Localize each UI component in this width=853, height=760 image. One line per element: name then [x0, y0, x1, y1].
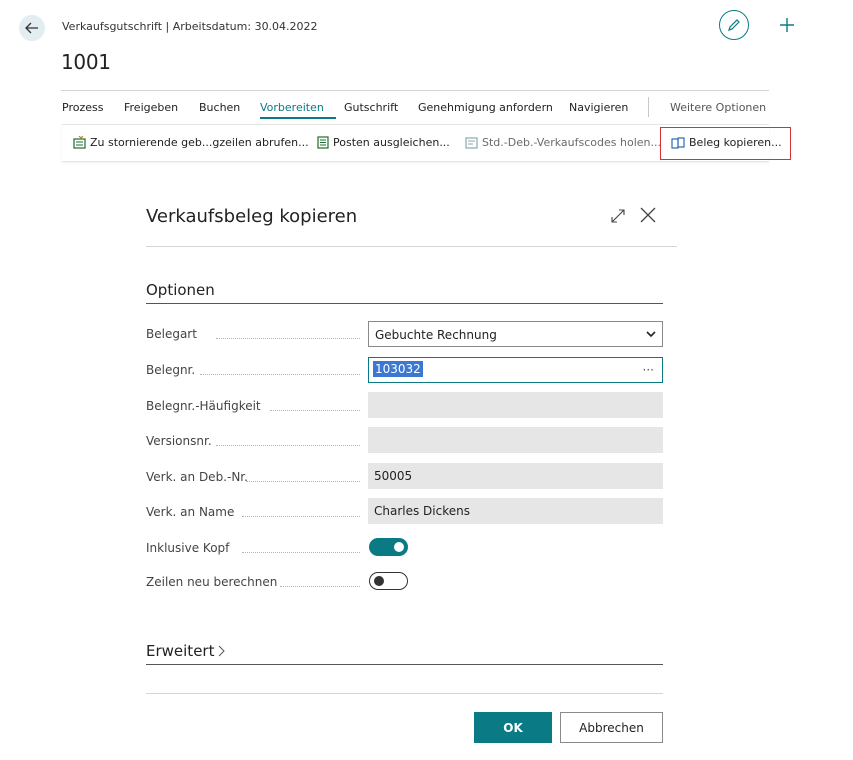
ok-button[interactable]: OK: [474, 712, 552, 743]
action-label: Std.-Deb.-Verkaufscodes holen...: [482, 136, 661, 149]
document-occurrence-field: [368, 392, 663, 418]
page-title: 1001: [61, 50, 111, 74]
active-tab-indicator: [260, 117, 336, 119]
arrow-left-icon: [25, 22, 38, 34]
menu-item-weitere-optionen[interactable]: Weitere Optionen: [670, 101, 766, 114]
toggle-knob: [374, 575, 384, 586]
label-leader: [242, 552, 360, 553]
close-icon: [640, 207, 656, 223]
section-advanced[interactable]: Erweitert: [146, 642, 226, 660]
field-label: Belegart: [146, 327, 197, 341]
label-leader: [280, 586, 360, 587]
sales-codes-action[interactable]: Std.-Deb.-Verkaufscodes holen...: [465, 136, 661, 149]
menu-item-freigeben[interactable]: Freigeben: [124, 101, 178, 114]
field-label: Zeilen neu berechnen: [146, 575, 278, 589]
close-button[interactable]: [639, 206, 657, 224]
cancel-button[interactable]: Abbrechen: [560, 712, 663, 743]
menu-item-vorbereiten[interactable]: Vorbereiten: [260, 101, 324, 114]
dialog-title: Verkaufsbeleg kopieren: [146, 206, 358, 227]
label-leader: [200, 374, 360, 375]
divider: [61, 90, 769, 91]
chevron-down-icon: [646, 331, 656, 338]
label-leader: [216, 338, 360, 339]
action-label: Zu stornierende geb...gzeilen abrufen...: [90, 136, 309, 149]
menu-item-prozess[interactable]: Prozess: [62, 101, 103, 114]
menu-item-gutschrift[interactable]: Gutschrift: [344, 101, 398, 114]
back-button[interactable]: [19, 15, 45, 41]
plus-icon: [780, 18, 794, 32]
label-leader: [246, 481, 360, 482]
field-label: Verk. an Name: [146, 505, 235, 519]
recalculate-lines-toggle[interactable]: [369, 572, 408, 590]
version-number-field: [368, 427, 663, 453]
select-value: Gebuchte Rechnung: [375, 328, 497, 342]
breadcrumb: Verkaufsgutschrift | Arbeitsdatum: 30.04…: [62, 20, 318, 33]
include-header-toggle[interactable]: [369, 538, 408, 556]
edit-button[interactable]: [719, 10, 749, 40]
chevron-right-icon: [219, 645, 226, 657]
action-label: Posten ausgleichen...: [333, 136, 450, 149]
menu-item-buchen[interactable]: Buchen: [199, 101, 240, 114]
expand-button[interactable]: [610, 208, 626, 224]
label-leader: [216, 445, 360, 446]
section-title-erweitert: Erweitert: [146, 642, 215, 660]
pencil-icon: [728, 19, 740, 31]
label-leader: [242, 516, 360, 517]
field-label: Inklusive Kopf: [146, 541, 230, 555]
get-lines-icon: [73, 136, 86, 149]
document-type-select[interactable]: Gebuchte Rechnung: [368, 321, 663, 347]
new-button[interactable]: [778, 16, 796, 34]
divider: [146, 303, 663, 304]
sales-codes-icon: [465, 136, 478, 149]
input-value: 103032: [373, 361, 423, 377]
sell-to-name-field: Charles Dickens: [368, 498, 663, 524]
field-label: Verk. an Deb.-Nr.: [146, 470, 248, 484]
divider: [146, 693, 663, 694]
expand-icon: [611, 209, 625, 223]
menu-item-genehmigung-anfordern[interactable]: Genehmigung anfordern: [418, 101, 553, 114]
menu-item-navigieren[interactable]: Navigieren: [569, 101, 628, 114]
field-label: Versionsnr.: [146, 434, 212, 448]
divider: [146, 246, 677, 247]
divider: [146, 664, 663, 665]
menu-divider: [648, 97, 649, 117]
toggle-knob: [394, 542, 404, 552]
sell-to-customer-no-field: 50005: [368, 463, 663, 489]
field-label: Belegnr.: [146, 363, 196, 377]
section-title-optionen: Optionen: [146, 281, 215, 299]
get-lines-action[interactable]: Zu stornierende geb...gzeilen abrufen...: [73, 136, 309, 149]
field-label: Belegnr.-Häufigkeit: [146, 399, 261, 413]
apply-entries-icon: [317, 136, 329, 149]
highlight-box: [660, 127, 791, 160]
apply-entries-action[interactable]: Posten ausgleichen...: [317, 136, 450, 149]
label-leader: [270, 410, 360, 411]
lookup-button[interactable]: ···: [643, 363, 654, 377]
document-number-input[interactable]: 103032 ···: [368, 357, 663, 383]
